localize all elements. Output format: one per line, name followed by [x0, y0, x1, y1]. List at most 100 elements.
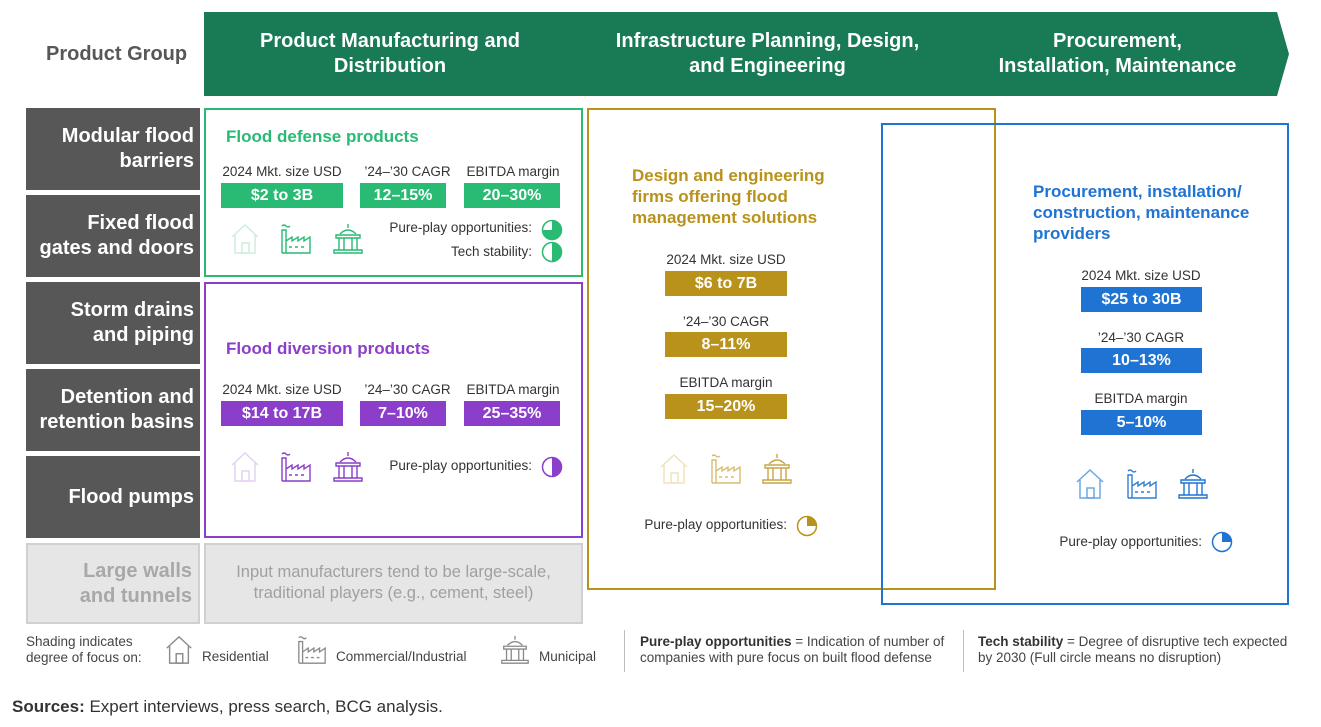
large-walls-note-line2: traditional players (e.g., cement, steel… [253, 584, 534, 602]
legend-divider [624, 630, 625, 672]
harvey-ball-fill [1222, 532, 1232, 542]
flood-defense-title: Flood defense products [226, 127, 419, 146]
metric-label: EBITDA margin [679, 375, 773, 390]
legend-pureplay-def1: = Indication of number of [791, 634, 945, 649]
commercial-industrial-icon [711, 454, 741, 484]
sources-label: Sources: [12, 697, 85, 716]
shading-legend-line1: Shading indicates [26, 634, 133, 649]
metric-label: EBITDA margin [466, 164, 560, 179]
harvey-ball-fill [807, 516, 817, 526]
design-title-line3: management solutions [632, 208, 818, 227]
row-label-flood-pumps: Flood pumps [26, 456, 200, 538]
metric-value-badge: 12–15% [360, 183, 446, 208]
metric-value-badge: 15–20% [665, 394, 787, 419]
chevron-manufacturing-line1: Product Manufacturing and [260, 30, 520, 52]
legend-tech-definition: Tech stability = Degree of disruptive te… [978, 634, 1287, 666]
commercial-industrial-icon [298, 636, 326, 664]
metric-value-badge: 20–30% [464, 183, 560, 208]
row-label-line2: retention basins [39, 411, 194, 433]
row-label-line2: and tunnels [79, 584, 192, 607]
chevron-procurement-line1: Procurement, [1053, 30, 1182, 52]
row-label-line1: Flood pumps [68, 485, 194, 508]
row-label-line1: Storm drains [70, 299, 194, 321]
chevron-manufacturing-line2: Distribution [333, 55, 447, 77]
metric-value-badge: $2 to 3B [221, 183, 343, 208]
tech-stability-harvey-ball-icon [541, 241, 563, 263]
row-label-line2: barriers [119, 150, 195, 172]
metric-label: EBITDA margin [1094, 391, 1188, 406]
row-label-fixed-gates: Fixed flood gates and doors [26, 195, 200, 277]
metric-label: 2024 Mkt. size USD [666, 252, 786, 267]
pure-play-harvey-ball-icon [1211, 531, 1233, 553]
pure-play-label: Pure-play opportunities: [389, 458, 532, 473]
metric-label: ’24–’30 CAGR [682, 314, 770, 329]
metric-value-badge: $25 to 30B [1081, 287, 1202, 312]
pure-play-label: Pure-play opportunities: [389, 220, 532, 235]
metric-label: 2024 Mkt. size USD [222, 164, 342, 179]
row-label-detention-basins: Detention and retention basins [26, 369, 200, 451]
design-engineering-title: Design and engineering firms offering fl… [632, 165, 825, 228]
row-label-line2: and piping [92, 324, 194, 346]
residential-icon [166, 635, 192, 664]
municipal-icon [501, 635, 529, 664]
row-label-line1: Modular flood [61, 125, 194, 147]
metric-label: ’24–’30 CAGR [1097, 330, 1185, 345]
legend-tech-term: Tech stability [978, 634, 1064, 649]
row-label-line1: Fixed flood [87, 212, 194, 234]
tech-stability-label: Tech stability: [450, 244, 532, 259]
legend-divider [963, 630, 964, 672]
metric-label: EBITDA margin [466, 382, 560, 397]
residential-icon [231, 451, 259, 482]
legend-municipal-label: Municipal [539, 649, 597, 664]
large-walls-note-line1: Input manufacturers tend to be large-sca… [236, 563, 551, 581]
design-title-line1: Design and engineering [632, 166, 825, 185]
shading-legend-label: Shading indicates degree of focus on: [26, 634, 142, 666]
chevron-infrastructure-line2: and Engineering [689, 55, 846, 77]
commercial-industrial-icon [281, 452, 311, 482]
row-label-modular-barriers: Modular flood barriers [26, 108, 200, 190]
legend-residential-label: Residential [202, 649, 269, 664]
municipal-icon [762, 454, 792, 484]
legend-tech-def1: = Degree of disruptive tech expected [1063, 634, 1288, 649]
pure-play-label: Pure-play opportunities: [644, 517, 787, 532]
municipal-icon [1178, 469, 1208, 499]
metric-value-badge: 25–35% [464, 401, 560, 426]
row-label-line1: Detention and [60, 386, 194, 408]
legend-commercial-label: Commercial/Industrial [336, 649, 467, 664]
residential-icon [231, 223, 259, 254]
legend-tech-def2: by 2030 (Full circle means no disruption… [978, 650, 1222, 665]
chevron-procurement-line2: Installation, Maintenance [998, 55, 1237, 77]
chevron-manufacturing: Product Manufacturing and Distribution [204, 12, 588, 96]
legend-pureplay-def2: companies with pure focus on built flood… [640, 650, 932, 665]
metric-value-badge: 7–10% [360, 401, 446, 426]
row-label-line1: Large walls [83, 559, 192, 582]
row-label-large-walls: Large walls and tunnels [26, 543, 200, 624]
large-walls-note: Input manufacturers tend to be large-sca… [204, 562, 583, 604]
design-title-line2: firms offering flood [632, 187, 788, 206]
pure-play-harvey-ball-icon [541, 219, 563, 241]
row-label-storm-drains: Storm drains and piping [26, 282, 200, 364]
metric-label: ’24–’30 CAGR [364, 382, 451, 397]
residential-icon [1076, 468, 1104, 499]
sources-note: Sources: Expert interviews, press search… [12, 697, 443, 717]
procurement-title-line3: providers [1033, 224, 1111, 243]
sources-text: Expert interviews, press search, BCG ana… [84, 697, 443, 716]
metric-value-badge: 5–10% [1081, 410, 1202, 435]
legend-pureplay-term: Pure-play opportunities [640, 634, 792, 649]
product-group-label: Product Group [46, 43, 188, 65]
procurement-title-line1: Procurement, installation/ [1033, 182, 1242, 201]
row-label-line2: gates and doors [39, 237, 194, 259]
commercial-industrial-icon [281, 224, 311, 254]
pure-play-harvey-ball-icon [541, 456, 563, 478]
metric-value-badge: 8–11% [665, 332, 787, 357]
metric-label: 2024 Mkt. size USD [1081, 268, 1201, 283]
chevron-infrastructure-line1: Infrastructure Planning, Design, [615, 30, 920, 52]
metric-label: 2024 Mkt. size USD [222, 382, 342, 397]
metric-label: ’24–’30 CAGR [364, 164, 451, 179]
chevron-procurement: Procurement, Installation, Maintenance [946, 12, 1289, 96]
pure-play-harvey-ball-icon [796, 515, 818, 537]
shading-legend-line2: degree of focus on: [26, 650, 142, 665]
metric-value-badge: 10–13% [1081, 348, 1202, 373]
chevron-infrastructure: Infrastructure Planning, Design, and Engi… [575, 12, 960, 96]
flood-diversion-title: Flood diversion products [226, 339, 431, 358]
